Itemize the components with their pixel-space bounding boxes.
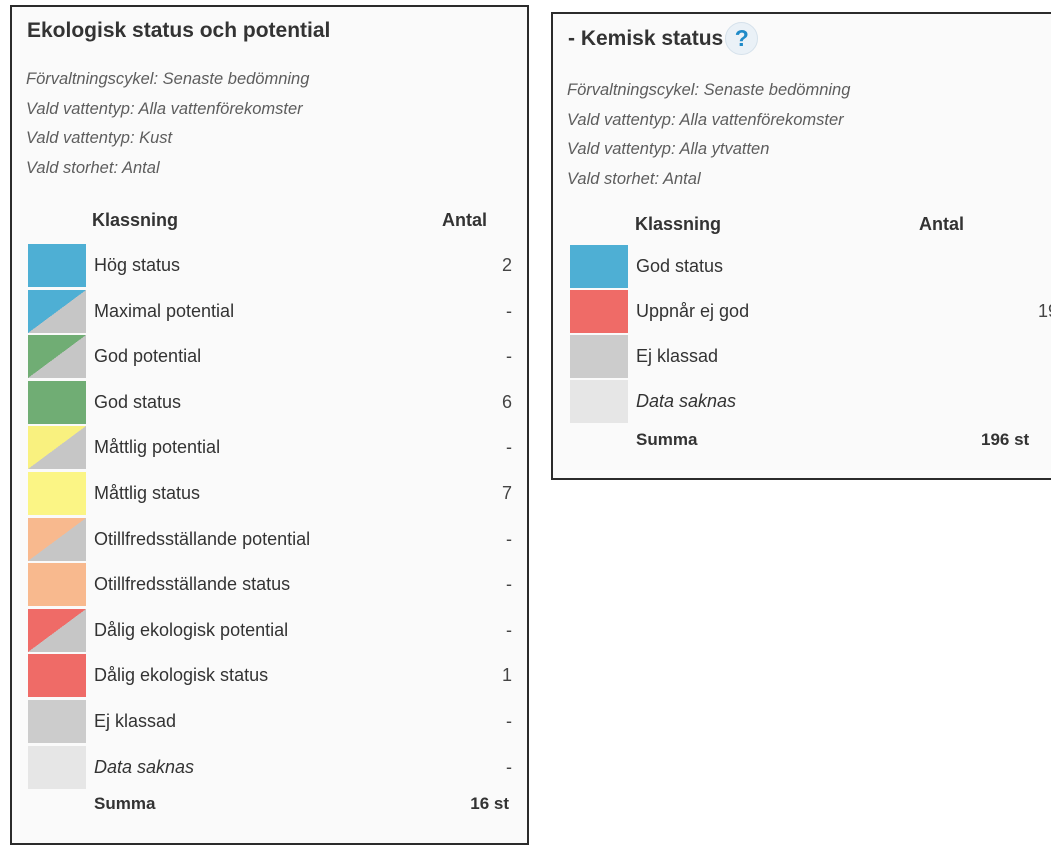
sum-value: 16 st (470, 794, 509, 813)
legend-count: - (506, 300, 512, 321)
meta-cycle: Förvaltningscykel: Senaste bedömning (26, 70, 310, 88)
legend-label: Dålig ekologisk potential (94, 619, 289, 640)
legend-label: Maximal potential (94, 300, 235, 321)
legend-count: - (930, 245, 1051, 288)
legend-row: Ej klassad - (570, 335, 1051, 380)
panel-title-text: - Kemisk status (568, 26, 724, 50)
sum-value: 196 st (981, 430, 1030, 449)
legend-row: God status 6 (28, 380, 512, 427)
meta-quantity: Vald storhet: Antal (26, 158, 160, 177)
legend-count: - (506, 619, 512, 640)
legend-row: Data saknas - (570, 380, 1051, 425)
legend-count: 1 (501, 665, 512, 686)
color-swatch (28, 563, 86, 607)
legend-count: - (930, 380, 1051, 423)
legend-row: Måttlig status 7 (28, 471, 512, 518)
legend-count: - (506, 756, 512, 777)
color-swatch (570, 290, 628, 333)
color-swatch (28, 335, 86, 379)
color-swatch (28, 608, 86, 652)
legend-row: Måttlig potential - (28, 426, 512, 472)
meta-cycle: Förvaltningscykel: Senaste bedömning (567, 81, 851, 99)
legend-count: - (506, 528, 512, 549)
filter-info: Förvaltningscykel: Senaste bedömning Val… (567, 76, 850, 194)
color-swatch (570, 335, 628, 378)
legend-label: Uppnår ej god (636, 301, 750, 321)
legend-table: Hög status 2 Maximal potential - God potenti… (28, 244, 512, 791)
panel-title: - Kemisk status ? (568, 22, 759, 55)
legend-count: 7 (501, 482, 512, 503)
color-swatch (570, 245, 628, 288)
legend-count: - (506, 437, 512, 458)
legend-count: - (930, 335, 1051, 378)
legend-count: - (506, 710, 512, 731)
color-swatch (28, 745, 86, 789)
legend-label: God potential (94, 346, 202, 367)
legend-row: Maximal potential - (28, 289, 512, 336)
color-swatch (28, 517, 86, 561)
sum-label: Summa (636, 430, 698, 449)
legend-label: Dålig ekologisk status (94, 665, 269, 686)
filter-info: Förvaltningscykel: Senaste bedömning Val… (26, 65, 309, 183)
legend-label: Data saknas (94, 756, 195, 777)
legend-row: Otillfredsställande potential - (28, 517, 512, 564)
legend-label: Data saknas (636, 391, 737, 411)
legend-label: God status (94, 391, 182, 412)
column-header-classification: Klassning (92, 210, 179, 230)
chemical-status-panel: - Kemisk status ? Förvaltningscykel: Sen… (551, 12, 1051, 480)
meta-water-type-2: Vald vattentyp: Kust (26, 129, 173, 147)
column-header-count: Antal (442, 210, 487, 230)
meta-quantity: Vald storhet: Antal (567, 169, 701, 188)
legend-row: God status - (570, 245, 1051, 290)
legend-count: - (506, 574, 512, 595)
legend-label: God status (636, 256, 724, 276)
legend-label: Ej klassad (94, 710, 177, 731)
panel-title: Ekologisk status och potential (27, 19, 331, 42)
legend-row: God potential - (28, 335, 512, 381)
color-swatch (28, 426, 86, 470)
color-swatch (570, 380, 628, 423)
legend-count: 196 (1037, 301, 1051, 321)
legend-label: Måttlig status (94, 482, 201, 503)
legend-row: Dålig ekologisk potential - (28, 608, 512, 655)
legend-label: Måttlig potential (94, 437, 221, 458)
legend-count: 6 (501, 391, 512, 412)
legend-label: Ej klassad (636, 346, 719, 366)
color-swatch (28, 289, 86, 333)
meta-water-type: Vald vattentyp: Alla vattenförekomster (26, 99, 303, 118)
column-header-count: Antal (919, 214, 964, 234)
legend-label: Hög status (94, 255, 181, 275)
legend-count: 2 (501, 255, 512, 275)
legend-row: Ej klassad - (28, 699, 512, 746)
legend-row: Otillfredsställande status - (28, 563, 512, 609)
legend-count: - (506, 346, 512, 367)
legend-row: Uppnår ej god 196 (570, 290, 1051, 335)
legend-label: Otillfredsställande potential (94, 528, 311, 549)
color-swatch (28, 380, 86, 424)
sum-label: Summa (94, 794, 156, 813)
legend-row: Hög status 2 (28, 244, 512, 290)
ecological-status-panel: Ekologisk status och potential Förvaltni… (10, 5, 529, 845)
help-icon[interactable]: ? (725, 22, 759, 55)
legend-label: Otillfredsställande status (94, 574, 291, 595)
column-header-classification: Klassning (635, 214, 722, 234)
legend-row: Dålig ekologisk status 1 (28, 654, 512, 700)
color-swatch (28, 471, 86, 515)
legend-row: Data saknas - (28, 745, 512, 792)
color-swatch (28, 654, 86, 698)
color-swatch (28, 699, 86, 743)
meta-water-type: Vald vattentyp: Alla vattenförekomster (567, 110, 844, 129)
legend-table: God status-Uppnår ej god196Ej klassad-Da… (570, 245, 1051, 425)
meta-water-type-2: Vald vattentyp: Alla ytvatten (567, 140, 770, 158)
color-swatch (28, 244, 86, 287)
